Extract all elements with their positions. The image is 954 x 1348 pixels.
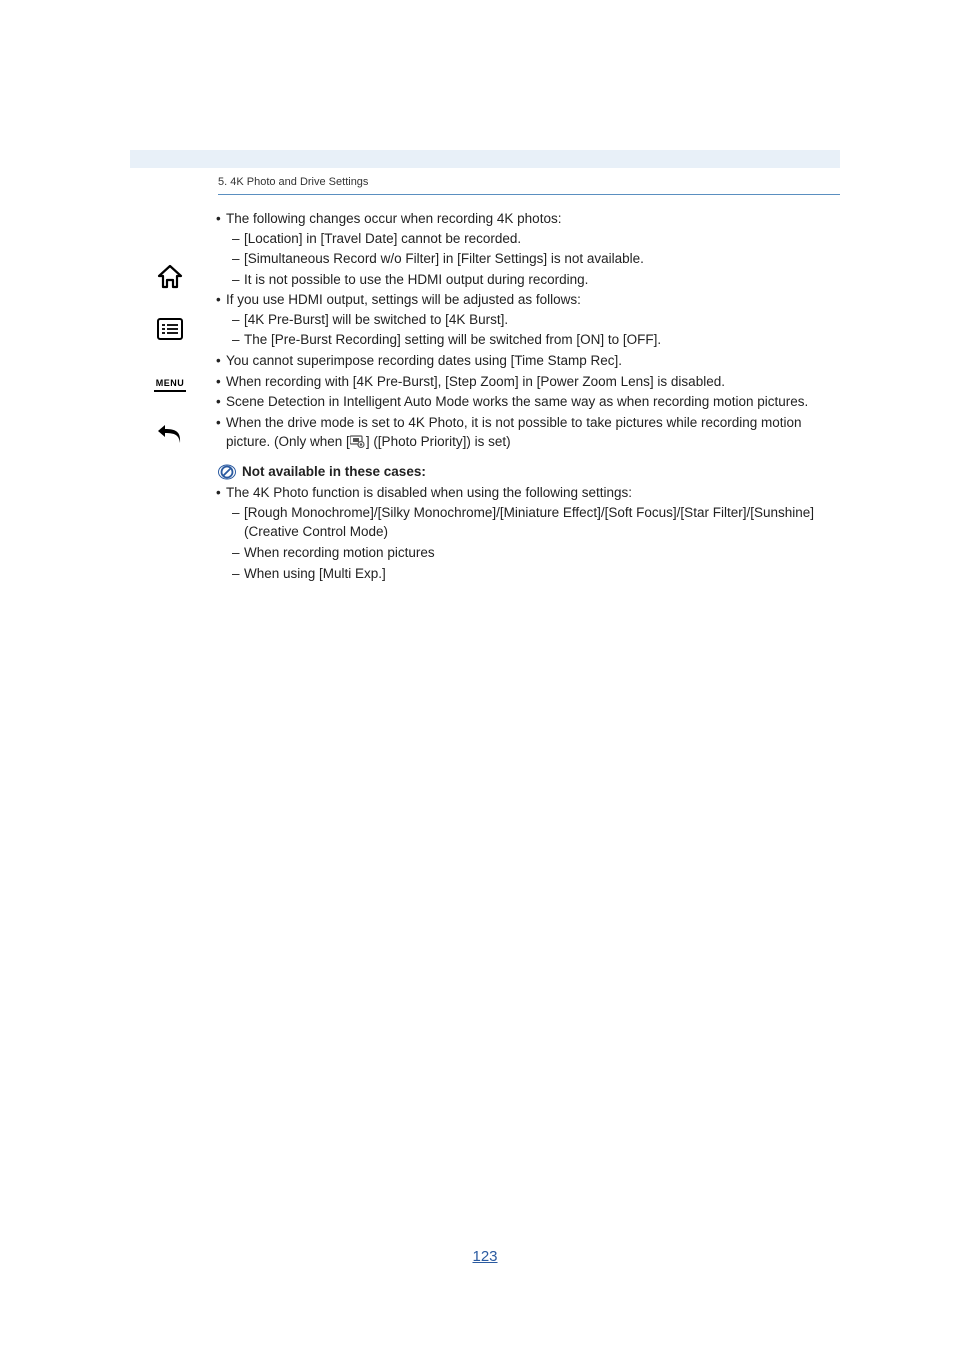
back-icon[interactable] xyxy=(153,416,187,450)
na-text: The 4K Photo function is disabled when u… xyxy=(226,485,632,500)
list-item: When recording motion pictures xyxy=(232,543,830,563)
list-item: When the drive mode is set to 4K Photo, … xyxy=(218,413,830,452)
page-number[interactable]: 123 xyxy=(130,1248,840,1265)
sub-list: [Rough Monochrome]/[Silky Monochrome]/[M… xyxy=(232,503,830,583)
header-band xyxy=(130,150,840,168)
section-rule xyxy=(218,194,840,195)
list-item: [Simultaneous Record w/o Filter] in [Fil… xyxy=(232,249,830,269)
note-text-b: ] ([Photo Priority]) is set) xyxy=(366,434,511,449)
photo-priority-icon xyxy=(350,435,366,448)
list-item: The 4K Photo function is disabled when u… xyxy=(218,483,830,583)
list-item: The [Pre-Burst Recording] setting will b… xyxy=(232,330,830,350)
list-item: [Rough Monochrome]/[Silky Monochrome]/[M… xyxy=(232,503,830,542)
list-item: It is not possible to use the HDMI outpu… xyxy=(232,270,830,290)
list-item: Scene Detection in Intelligent Auto Mode… xyxy=(218,392,830,412)
list-item: If you use HDMI output, settings will be… xyxy=(218,290,830,350)
list-item: The following changes occur when recordi… xyxy=(218,209,830,289)
sub-list: [4K Pre-Burst] will be switched to [4K B… xyxy=(232,310,830,350)
section-title: 5. 4K Photo and Drive Settings xyxy=(130,168,840,194)
content-area: The following changes occur when recordi… xyxy=(130,209,840,583)
note-text-a: When the drive mode is set to 4K Photo, … xyxy=(226,415,802,450)
home-icon[interactable] xyxy=(153,260,187,294)
menu-label: MENU xyxy=(154,371,187,392)
list-item: [Location] in [Travel Date] cannot be re… xyxy=(232,229,830,249)
list-item: When using [Multi Exp.] xyxy=(232,564,830,584)
na-list: The 4K Photo function is disabled when u… xyxy=(218,483,830,583)
menu-button[interactable]: MENU xyxy=(153,364,187,398)
list-item: [4K Pre-Burst] will be switched to [4K B… xyxy=(232,310,830,330)
sidebar: MENU xyxy=(150,260,190,450)
not-available-title: Not available in these cases: xyxy=(242,462,426,482)
sub-list: [Location] in [Travel Date] cannot be re… xyxy=(232,229,830,290)
list-item: When recording with [4K Pre-Burst], [Ste… xyxy=(218,372,830,392)
not-available-heading: Not available in these cases: xyxy=(218,462,830,482)
list-item: You cannot superimpose recording dates u… xyxy=(218,351,830,371)
notes-list: The following changes occur when recordi… xyxy=(218,209,830,452)
contents-icon[interactable] xyxy=(153,312,187,346)
prohibit-icon xyxy=(218,463,236,481)
document-page: 5. 4K Photo and Drive Settings The follo… xyxy=(130,150,840,584)
note-text: If you use HDMI output, settings will be… xyxy=(226,292,581,307)
note-text: The following changes occur when recordi… xyxy=(226,211,561,226)
